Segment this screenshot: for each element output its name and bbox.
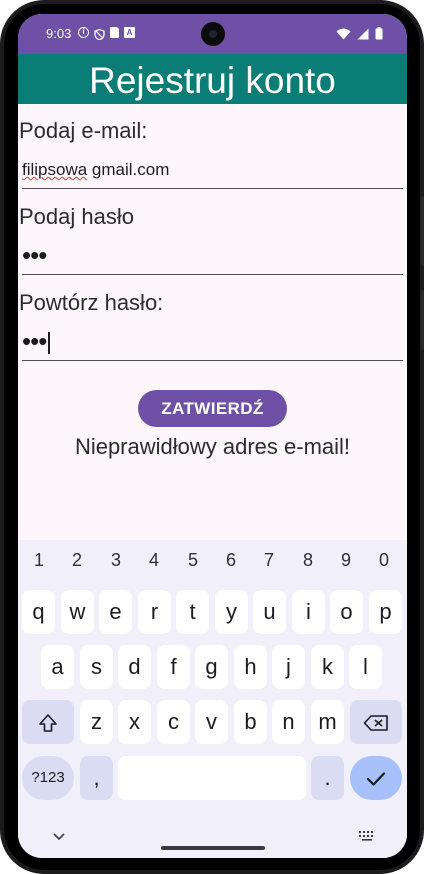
key-q[interactable]: q xyxy=(22,590,55,634)
key-n[interactable]: n xyxy=(272,700,305,744)
text-cursor xyxy=(48,332,51,354)
repeat-password-value: ••• xyxy=(22,326,51,357)
repeat-password-field[interactable]: ••• xyxy=(22,326,403,361)
battery-icon xyxy=(375,27,383,45)
key-w[interactable]: w xyxy=(61,590,94,634)
password-value: ••• xyxy=(22,240,47,270)
shift-icon xyxy=(38,709,58,734)
space-key[interactable] xyxy=(118,756,306,800)
checkmark-icon xyxy=(366,765,386,790)
email-value-rest: gmail.com xyxy=(87,160,170,179)
hide-keyboard-icon[interactable] xyxy=(52,828,66,846)
key-0[interactable]: 0 xyxy=(365,550,403,571)
email-field[interactable]: filipsowa gmail.com xyxy=(22,154,403,189)
key-p[interactable]: p xyxy=(369,590,402,634)
key-4[interactable]: 4 xyxy=(135,550,173,571)
phone-frame: 9:03 i A Rejestruj konto Podaj e-mail: f… xyxy=(0,0,424,874)
key-e[interactable]: e xyxy=(99,590,132,634)
key-7[interactable]: 7 xyxy=(250,550,288,571)
comma-key[interactable]: , xyxy=(80,756,113,800)
email-value: filipsowa gmail.com xyxy=(22,160,169,180)
repeat-password-label: Powtórz hasło: xyxy=(19,290,164,315)
signal-icon xyxy=(357,27,369,45)
key-s[interactable]: s xyxy=(80,645,113,689)
key-g[interactable]: g xyxy=(195,645,228,689)
key-h[interactable]: h xyxy=(234,645,267,689)
app-bar: Rejestruj konto xyxy=(18,54,407,104)
key-c[interactable]: c xyxy=(157,700,190,744)
key-i[interactable]: i xyxy=(292,590,325,634)
status-bar: 9:03 i A xyxy=(18,14,407,54)
key-8[interactable]: 8 xyxy=(289,550,327,571)
key-t[interactable]: t xyxy=(176,590,209,634)
page-title: Rejestruj konto xyxy=(89,60,336,101)
info-icon: i xyxy=(78,27,89,38)
key-a[interactable]: a xyxy=(41,645,74,689)
key-u[interactable]: u xyxy=(253,590,286,634)
wifi-icon xyxy=(336,27,351,45)
navigation-bar xyxy=(18,820,407,858)
screen: 9:03 i A Rejestruj konto Podaj e-mail: f… xyxy=(18,14,407,858)
front-camera xyxy=(201,22,225,46)
a-badge-icon: A xyxy=(124,27,135,38)
key-j[interactable]: j xyxy=(272,645,305,689)
key-3[interactable]: 3 xyxy=(97,550,135,571)
email-label: Podaj e-mail: xyxy=(19,118,148,143)
period-key[interactable]: . xyxy=(311,756,344,800)
key-y[interactable]: y xyxy=(215,590,248,634)
error-message: Nieprawidłowy adres e-mail! xyxy=(74,434,351,459)
key-5[interactable]: 5 xyxy=(174,550,212,571)
number-row: 1 2 3 4 5 6 7 8 9 0 xyxy=(18,550,407,574)
soft-keyboard: 1 2 3 4 5 6 7 8 9 0 q w e r t y u i o p xyxy=(18,540,407,858)
keyboard-switch-icon[interactable] xyxy=(358,829,376,847)
key-l[interactable]: l xyxy=(349,645,382,689)
password-field[interactable]: ••• xyxy=(22,240,403,275)
key-1[interactable]: 1 xyxy=(20,550,58,571)
key-d[interactable]: d xyxy=(118,645,151,689)
sdcard-icon xyxy=(110,27,119,38)
shift-key[interactable] xyxy=(22,700,74,744)
backspace-key[interactable] xyxy=(350,700,402,744)
status-time: 9:03 xyxy=(46,26,72,41)
email-value-misspelled: filipsowa xyxy=(22,160,88,179)
key-x[interactable]: x xyxy=(118,700,151,744)
submit-button[interactable]: ZATWIERDŹ xyxy=(138,390,287,427)
key-b[interactable]: b xyxy=(234,700,267,744)
password-label: Podaj hasło xyxy=(19,204,134,229)
key-v[interactable]: v xyxy=(195,700,228,744)
gesture-handle[interactable] xyxy=(161,846,265,850)
key-z[interactable]: z xyxy=(80,700,113,744)
key-f[interactable]: f xyxy=(157,645,190,689)
key-6[interactable]: 6 xyxy=(212,550,250,571)
key-m[interactable]: m xyxy=(311,700,344,744)
key-o[interactable]: o xyxy=(330,590,363,634)
shield-icon xyxy=(94,27,105,41)
enter-key[interactable] xyxy=(350,756,402,800)
key-9[interactable]: 9 xyxy=(327,550,365,571)
backspace-icon xyxy=(363,709,389,734)
key-k[interactable]: k xyxy=(311,645,344,689)
repeat-password-dots: ••• xyxy=(22,326,47,356)
key-2[interactable]: 2 xyxy=(58,550,96,571)
symbols-key[interactable]: ?123 xyxy=(22,756,74,800)
key-r[interactable]: r xyxy=(138,590,171,634)
